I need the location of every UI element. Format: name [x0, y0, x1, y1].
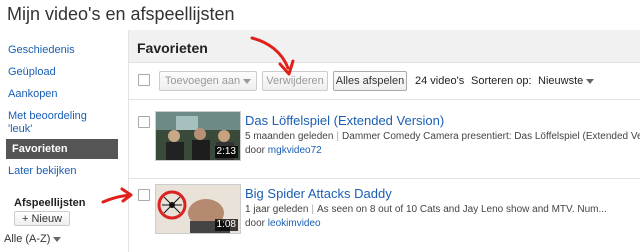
- new-playlist-button[interactable]: + Nieuw: [14, 211, 70, 226]
- uploader-link[interactable]: mgkvideo72: [268, 145, 322, 156]
- select-all-checkbox[interactable]: [138, 74, 150, 86]
- sidebar-item-history[interactable]: Geschiedenis: [8, 44, 75, 56]
- chevron-down-icon: [53, 236, 62, 242]
- video-title-link[interactable]: Das Löffelspiel (Extended Version): [245, 113, 444, 128]
- page-title: Mijn video's en afspeellijsten: [7, 4, 235, 24]
- sort-label: Sorteren op:: [471, 75, 532, 87]
- sidebar-item-liked[interactable]: Met beoordeling: [8, 110, 87, 122]
- sidebar-item-liked-line2[interactable]: 'leuk': [8, 123, 32, 135]
- play-all-button[interactable]: Alles afspelen: [333, 71, 407, 91]
- add-to-button[interactable]: Toevoegen aan: [159, 71, 257, 91]
- playlist-sort-label: Alle (A-Z): [4, 233, 51, 245]
- video-age: 1 jaar geleden: [245, 204, 309, 215]
- sidebar-item-uploaded[interactable]: Geüpload: [8, 66, 56, 78]
- main-panel: Favorieten Toevoegen aan Verwijderen All…: [129, 30, 640, 252]
- video-count: 24 video's: [415, 75, 465, 87]
- video-thumbnail[interactable]: 1:08: [155, 184, 241, 234]
- sidebar: Geschiedenis Geüpload Aankopen Met beoor…: [0, 34, 128, 252]
- add-to-label: Toevoegen aan: [164, 75, 241, 87]
- chevron-down-icon: [586, 78, 595, 84]
- sidebar-item-favorites[interactable]: Favorieten: [6, 139, 118, 159]
- section-title: Favorieten: [137, 40, 208, 56]
- video-uploader: door mgkvideo72: [245, 145, 322, 156]
- video-row: 1:08 Big Spider Attacks Daddy 1 jaar gel…: [129, 179, 640, 251]
- video-duration: 1:08: [214, 219, 238, 231]
- video-title-link[interactable]: Big Spider Attacks Daddy: [245, 186, 392, 201]
- uploader-link[interactable]: leokimvideo: [268, 218, 321, 229]
- toolbar: Toevoegen aan Verwijderen Alles afspelen…: [129, 63, 640, 100]
- annotation-arrow-right: [101, 187, 133, 204]
- video-row: 2:13 Das Löffelspiel (Extended Version) …: [129, 106, 640, 179]
- video-duration: 2:13: [214, 146, 238, 158]
- by-prefix: door: [245, 218, 266, 229]
- video-checkbox[interactable]: [138, 189, 150, 201]
- video-checkbox[interactable]: [138, 116, 150, 128]
- main-header: Favorieten: [129, 30, 640, 63]
- video-thumbnail[interactable]: 2:13: [155, 111, 241, 161]
- playlists-heading: Afspeellijsten: [14, 197, 86, 209]
- sidebar-item-watch-later[interactable]: Later bekijken: [8, 165, 77, 177]
- video-uploader: door leokimvideo: [245, 218, 321, 229]
- sort-value: Nieuwste: [538, 75, 584, 87]
- annotation-arrow-down: [250, 36, 295, 76]
- chevron-down-icon: [243, 78, 252, 84]
- video-meta: 5 maanden geleden | Dammer Comedy Camera p…: [245, 131, 640, 142]
- video-description: As seen on 8 out of 10 Cats and Jay Leno…: [317, 204, 607, 215]
- playlist-sort-select[interactable]: Alle (A-Z): [4, 233, 62, 245]
- video-age: 5 maanden geleden: [245, 131, 334, 142]
- sidebar-item-purchases[interactable]: Aankopen: [8, 88, 58, 100]
- video-description: Dammer Comedy Camera presentiert: Das Lö…: [342, 131, 640, 142]
- sort-select[interactable]: Nieuwste: [538, 75, 595, 87]
- video-meta: 1 jaar geleden | As seen on 8 out of 10 Ca…: [245, 204, 607, 215]
- by-prefix: door: [245, 145, 266, 156]
